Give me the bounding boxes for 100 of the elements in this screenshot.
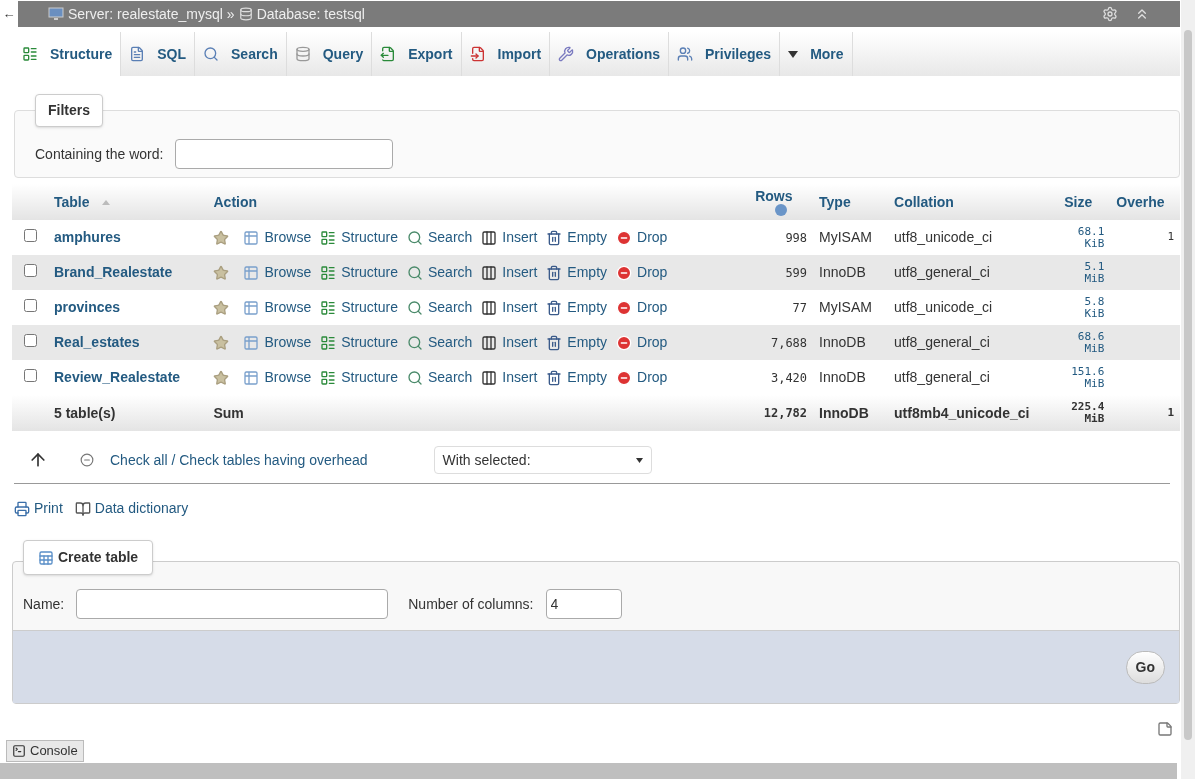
action-link[interactable]: Empty [546, 262, 608, 283]
action-link[interactable]: Insert [481, 297, 538, 318]
printer-icon [14, 500, 30, 517]
action-link[interactable]: Structure [320, 297, 398, 318]
row-checkbox[interactable] [23, 229, 37, 242]
action-link[interactable]: Search [407, 227, 473, 248]
nav-tab[interactable]: More [780, 32, 853, 76]
table-name-link[interactable]: Brand_Realestate [54, 264, 173, 280]
check-all-link[interactable]: Check all / Check tables having overhead [110, 449, 368, 471]
action-link[interactable]: Insert [481, 367, 538, 388]
table-name-link[interactable]: provinces [54, 299, 121, 315]
action-link[interactable]: Search [407, 262, 473, 283]
action-link[interactable]: Empty [546, 297, 608, 318]
collation-text: utf8_general_ci [894, 264, 990, 280]
nav-tab[interactable]: Export [372, 32, 462, 76]
structure-icon [320, 369, 337, 386]
back-arrow[interactable]: ← [0, 4, 18, 24]
go-button[interactable]: Go [1125, 650, 1165, 684]
table-name-link[interactable]: Review_Realestate [54, 369, 181, 385]
engine-type: InnoDB [819, 369, 866, 385]
action-link[interactable]: Structure [320, 227, 398, 248]
search-icon [407, 369, 423, 386]
row-count: 998 [785, 230, 808, 245]
action-link[interactable]: Structure [320, 262, 398, 283]
drop-icon [616, 264, 633, 281]
export-icon [380, 46, 397, 62]
action-link[interactable]: Search [407, 332, 473, 353]
structure-icon [320, 334, 337, 351]
nav-tab[interactable]: Import [461, 32, 551, 76]
action-link[interactable]: Browse [243, 332, 312, 353]
table-name-link[interactable]: amphures [54, 229, 121, 245]
database-link[interactable]: Database: testsql [256, 3, 365, 25]
action-link[interactable]: Drop [616, 262, 668, 283]
note-icon[interactable] [1157, 721, 1173, 737]
nav-tab[interactable]: Privileges [669, 32, 781, 76]
columns-input[interactable]: 4 [545, 589, 622, 619]
action-link[interactable]: Search [407, 297, 473, 318]
engine-type: MyISAM [819, 229, 872, 245]
overhead-value: 1 [1167, 230, 1174, 244]
favorite-star-icon[interactable] [213, 229, 230, 246]
row-checkbox[interactable] [23, 334, 37, 347]
with-selected-dropdown[interactable]: With selected: [433, 446, 652, 474]
scrollbar[interactable] [1181, 0, 1195, 779]
name-input[interactable] [76, 589, 389, 619]
favorite-star-icon[interactable] [213, 264, 230, 281]
monitor-icon [48, 7, 64, 21]
structure-icon [320, 229, 337, 246]
uncheck-icon[interactable] [80, 453, 94, 467]
favorite-star-icon[interactable] [213, 369, 230, 386]
size-value: 225.4 [1070, 401, 1105, 413]
favorite-star-icon[interactable] [213, 334, 230, 351]
engine-type: InnoDB [819, 334, 866, 350]
action-link[interactable]: Drop [616, 297, 668, 318]
favorite-star-icon[interactable] [213, 299, 230, 316]
drop-icon [616, 299, 633, 316]
search-icon [203, 46, 219, 62]
page-link[interactable]: Print [14, 498, 63, 519]
page-link[interactable]: Data dictionary [74, 498, 189, 519]
action-link[interactable]: Browse [243, 262, 312, 283]
action-link[interactable]: Insert [481, 332, 538, 353]
row-checkbox[interactable] [23, 299, 37, 312]
filter-label: Containing the word: [35, 144, 164, 164]
filter-input[interactable] [175, 139, 394, 169]
action-link[interactable]: Insert [481, 262, 538, 283]
import-icon [469, 46, 486, 62]
table-name-link[interactable]: Real_estates [54, 334, 140, 350]
users-icon [677, 46, 693, 62]
row-count: 7,688 [770, 335, 808, 350]
search-icon [407, 264, 423, 281]
nav-tab[interactable]: SQL [121, 32, 195, 76]
action-link[interactable]: Empty [546, 227, 608, 248]
database-icon [294, 46, 311, 62]
size-value: 151.6 [1070, 365, 1105, 378]
nav-tab[interactable]: Search [195, 32, 287, 76]
action-link[interactable]: Browse [243, 367, 312, 388]
action-link[interactable]: Search [407, 367, 473, 388]
name-label: Name: [23, 594, 65, 614]
action-link[interactable]: Empty [546, 367, 608, 388]
action-link[interactable]: Drop [616, 227, 668, 248]
nav-tab[interactable]: Query [286, 32, 373, 76]
server-link[interactable]: Server: realestate_mysql [68, 3, 223, 25]
row-checkbox[interactable] [23, 369, 37, 382]
engine-type: InnoDB [819, 264, 866, 280]
drop-icon [616, 369, 633, 386]
action-link[interactable]: Browse [243, 297, 312, 318]
action-link[interactable]: Insert [481, 227, 538, 248]
row-checkbox[interactable] [23, 264, 37, 277]
action-link[interactable]: Structure [320, 332, 398, 353]
action-link[interactable]: Empty [546, 332, 608, 353]
filters-legend: Filters [35, 94, 103, 127]
action-link[interactable]: Browse [243, 227, 312, 248]
row-count: 3,420 [770, 370, 808, 385]
console-button[interactable]: Console [6, 740, 84, 762]
nav-tab[interactable]: Operations [550, 32, 669, 76]
settings-icon[interactable] [1102, 6, 1118, 22]
drop-icon [616, 229, 633, 246]
action-link[interactable]: Drop [616, 332, 668, 353]
action-link[interactable]: Drop [616, 367, 668, 388]
action-link[interactable]: Structure [320, 367, 398, 388]
sort-ascending-icon [101, 200, 110, 206]
